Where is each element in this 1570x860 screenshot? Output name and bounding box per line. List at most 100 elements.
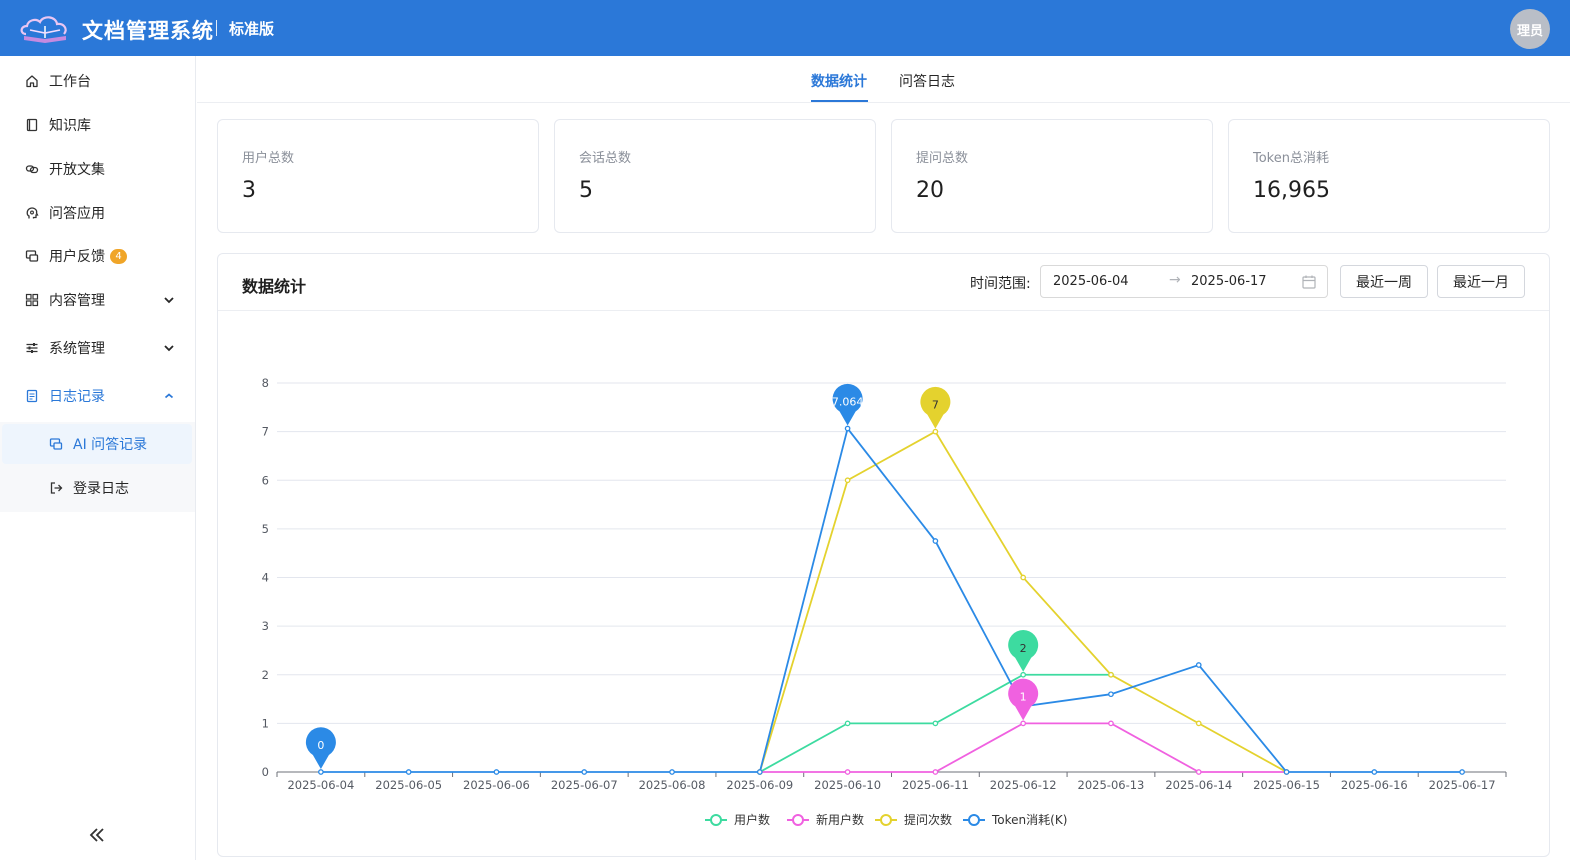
stat-value: 20 (916, 178, 944, 203)
sidebar: 工作台 知识库 开放文集 问答应用 用户反馈 4 内容管理 系统管理 日志记录 … (0, 56, 196, 860)
data-point (932, 428, 939, 435)
data-point (669, 769, 675, 775)
marker-label: 7 (932, 399, 939, 412)
data-point (932, 769, 939, 775)
legend-label: 用户数 (734, 812, 770, 827)
brain-icon (24, 205, 40, 221)
y-tick-label: 7 (262, 425, 269, 439)
y-tick-label: 5 (262, 522, 269, 536)
user-avatar[interactable]: 理员 (1510, 9, 1550, 49)
data-point (756, 769, 763, 775)
legend-swatch-marker (792, 814, 804, 826)
sidebar-item-logs[interactable]: 日志记录 (0, 374, 195, 418)
legend-label: 新用户数 (816, 812, 864, 827)
stat-value: 5 (579, 178, 593, 203)
data-point (1108, 671, 1114, 678)
double-chevron-left-icon[interactable] (86, 824, 108, 846)
x-tick-label: 2025-06-10 (814, 778, 881, 792)
x-tick-label: 2025-06-08 (639, 778, 706, 792)
x-tick-label: 2025-06-16 (1341, 778, 1408, 792)
data-point (1020, 574, 1027, 581)
x-tick-label: 2025-06-11 (902, 778, 969, 792)
sidebar-item-workbench[interactable]: 工作台 (0, 59, 195, 103)
x-tick-label: 2025-06-12 (990, 778, 1057, 792)
data-point (1020, 720, 1027, 727)
data-point (844, 720, 851, 727)
tab-qa-logs[interactable]: 问答日志 (899, 71, 955, 91)
sidebar-item-label: 系统管理 (49, 341, 105, 357)
stat-label: 提问总数 (916, 151, 969, 166)
data-point (844, 425, 851, 432)
sidebar-subitem-ai-qa-records[interactable]: AI 问答记录 (2, 424, 192, 464)
stat-value: 3 (242, 178, 256, 203)
marker-label: 2 (1020, 642, 1027, 655)
stat-card-users: 用户总数 3 (217, 119, 539, 233)
y-tick-label: 4 (262, 571, 269, 585)
sidebar-item-label: 日志记录 (49, 389, 105, 405)
sidebar-subitem-label: AI 问答记录 (73, 437, 148, 453)
sidebar-item-knowledge-base[interactable]: 知识库 (0, 103, 195, 147)
sliders-icon (24, 340, 40, 356)
marker-label: 7.064 (832, 396, 864, 409)
x-tick-label: 2025-06-14 (1165, 778, 1232, 792)
data-point (1195, 769, 1202, 775)
data-point (493, 769, 500, 775)
sidebar-item-label: 问答应用 (49, 206, 105, 222)
sidebar-item-qa-apps[interactable]: 问答应用 (0, 191, 195, 235)
data-point (844, 477, 851, 484)
y-tick-label: 8 (262, 376, 269, 390)
legend-swatch-marker (880, 814, 892, 826)
x-tick-label: 2025-06-05 (375, 778, 442, 792)
sidebar-item-label: 用户反馈 (49, 249, 105, 265)
link-icon (24, 161, 40, 177)
sidebar-item-label: 开放文集 (49, 162, 105, 178)
page-tabs: 数据统计 问答日志 (197, 56, 1570, 103)
data-point (932, 720, 939, 727)
data-point (1108, 691, 1114, 698)
y-tick-label: 2 (262, 668, 269, 682)
tab-data-stats[interactable]: 数据统计 (811, 71, 867, 91)
edition-label: 标准版 (229, 20, 275, 38)
x-tick-label: 2025-06-15 (1253, 778, 1320, 792)
sidebar-item-open-docs[interactable]: 开放文集 (0, 147, 195, 191)
sidebar-item-feedback[interactable]: 用户反馈 4 (0, 234, 195, 278)
data-point (932, 538, 939, 544)
feedback-icon (24, 248, 40, 264)
login-icon (48, 480, 64, 496)
sidebar-item-label: 工作台 (49, 74, 91, 90)
sidebar-item-label: 内容管理 (49, 293, 105, 309)
line-chart: 0 1 2 3 4 5 6 7 8 2025-06-04 2025-06-05 2025-06-06 2… (262, 376, 1507, 827)
y-tick-label: 0 (262, 765, 269, 779)
x-tick-label: 2025-06-13 (1078, 778, 1145, 792)
top-header: 文档管理系统 标准版 理员 (0, 0, 1570, 56)
grid-icon (24, 292, 40, 308)
x-tick-label: 2025-06-04 (287, 778, 354, 792)
home-icon (24, 73, 40, 89)
stat-card-tokens: Token总消耗 16,965 (1228, 119, 1550, 233)
marker-label: 1 (1020, 690, 1027, 703)
chat-icon (48, 436, 64, 452)
marker-label: 0 (317, 739, 324, 752)
sidebar-subitem-label: 登录日志 (73, 481, 129, 497)
active-tab-indicator (811, 100, 868, 102)
data-point (1371, 769, 1378, 775)
data-point (1283, 769, 1290, 775)
legend-label: Token消耗(K) (991, 813, 1067, 827)
title-divider (216, 20, 217, 36)
stat-card-sessions: 会话总数 5 (554, 119, 876, 233)
stat-card-questions: 提问总数 20 (891, 119, 1213, 233)
stat-label: 会话总数 (579, 151, 632, 166)
sidebar-item-content-mgmt[interactable]: 内容管理 (0, 278, 195, 322)
x-tick-label: 2025-06-17 (1429, 778, 1496, 792)
sidebar-subitem-login-logs[interactable]: 登录日志 (0, 468, 195, 508)
chevron-down-icon (164, 297, 174, 304)
stats-chart-panel: 数据统计 时间范围: 2025-06-04 → 2025-06-17 最近一周 … (217, 253, 1550, 857)
stat-label: 用户总数 (242, 151, 295, 166)
stat-label: Token总消耗 (1253, 151, 1329, 166)
x-tick-label: 2025-06-09 (726, 778, 793, 792)
legend-label: 提问次数 (904, 812, 952, 827)
feedback-count-badge: 4 (110, 249, 127, 264)
data-point (1020, 671, 1027, 678)
log-icon (24, 388, 40, 404)
sidebar-item-system-mgmt[interactable]: 系统管理 (0, 326, 195, 370)
